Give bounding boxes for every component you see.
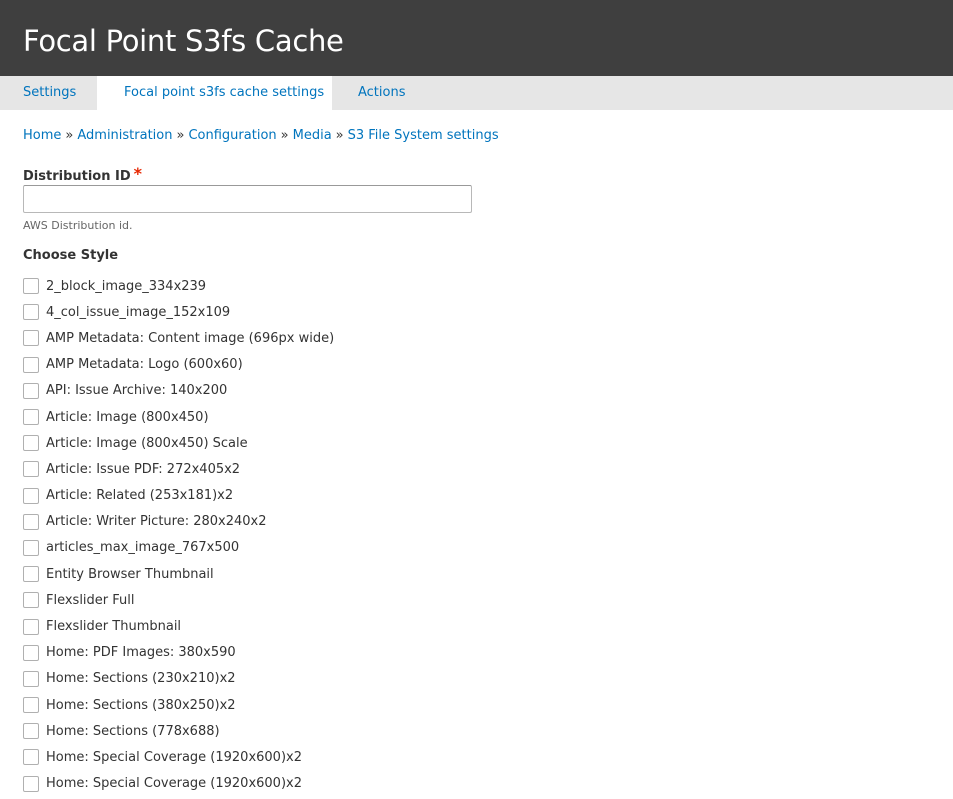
distribution-id-description: AWS Distribution id.: [23, 219, 133, 232]
style-option[interactable]: Article: Writer Picture: 280x240x2: [23, 509, 623, 535]
style-checkbox[interactable]: [23, 697, 39, 714]
style-option[interactable]: Home: Sections (778x688): [23, 718, 623, 744]
style-option[interactable]: Home: Sections (230x210)x2: [23, 666, 623, 692]
style-option-label[interactable]: 4_col_issue_image_152x109: [46, 305, 230, 320]
breadcrumb-separator: »: [335, 128, 344, 143]
style-checkbox[interactable]: [23, 539, 39, 556]
style-option[interactable]: API: Issue Archive: 140x200: [23, 378, 623, 404]
distribution-id-input[interactable]: [23, 185, 472, 213]
style-option[interactable]: 4_col_issue_image_152x109: [23, 299, 623, 325]
required-marker: *: [133, 164, 143, 183]
style-option-label[interactable]: Article: Image (800x450) Scale: [46, 436, 248, 451]
page-header: Focal Point S3fs Cache: [0, 0, 953, 76]
style-option-label[interactable]: Home: PDF Images: 380x590: [46, 645, 236, 660]
tabs-bar: Settings Focal point s3fs cache settings…: [0, 76, 953, 110]
style-checkbox[interactable]: [23, 723, 39, 740]
style-option-label[interactable]: Entity Browser Thumbnail: [46, 567, 214, 582]
style-option[interactable]: Home: PDF Images: 380x590: [23, 640, 623, 666]
breadcrumb-media[interactable]: Media: [293, 128, 332, 143]
breadcrumb-s3-file-system-settings[interactable]: S3 File System settings: [348, 128, 499, 143]
style-checkbox[interactable]: [23, 435, 39, 452]
style-option-label[interactable]: 2_block_image_334x239: [46, 279, 206, 294]
style-option-label[interactable]: Home: Sections (380x250)x2: [46, 698, 236, 713]
style-option-label[interactable]: Home: Sections (778x688): [46, 724, 220, 739]
tab-settings[interactable]: Settings: [0, 76, 97, 110]
style-option[interactable]: AMP Metadata: Content image (696px wide): [23, 325, 623, 351]
style-option[interactable]: Home: Special Coverage (1920x600)x2: [23, 771, 623, 797]
style-option-label[interactable]: API: Issue Archive: 140x200: [46, 383, 227, 398]
style-option-label[interactable]: Article: Issue PDF: 272x405x2: [46, 462, 240, 477]
style-checkbox[interactable]: [23, 618, 39, 635]
style-option-label[interactable]: Article: Image (800x450): [46, 410, 209, 425]
style-option[interactable]: AMP Metadata: Logo (600x60): [23, 352, 623, 378]
style-option-label[interactable]: articles_max_image_767x500: [46, 540, 239, 555]
style-checkbox[interactable]: [23, 330, 39, 347]
style-checkbox[interactable]: [23, 592, 39, 609]
tab-actions[interactable]: Actions: [332, 76, 452, 110]
style-checkbox-list: 2_block_image_334x239 4_col_issue_image_1…: [23, 273, 623, 799]
breadcrumb: Home» Administration» Configuration» Media»…: [23, 128, 499, 143]
style-checkbox[interactable]: [23, 749, 39, 766]
style-option-label[interactable]: Flexslider Thumbnail: [46, 619, 181, 634]
style-option-label[interactable]: Home: Sections (230x210)x2: [46, 671, 236, 686]
style-checkbox[interactable]: [23, 461, 39, 478]
style-checkbox[interactable]: [23, 278, 39, 295]
style-checkbox[interactable]: [23, 513, 39, 530]
style-option-label[interactable]: Article: Related (253x181)x2: [46, 488, 233, 503]
style-checkbox[interactable]: [23, 409, 39, 426]
style-checkbox[interactable]: [23, 487, 39, 504]
style-option[interactable]: Article: Related (253x181)x2: [23, 483, 623, 509]
style-checkbox[interactable]: [23, 304, 39, 321]
style-option[interactable]: Flexslider Full: [23, 587, 623, 613]
style-option-label[interactable]: AMP Metadata: Content image (696px wide): [46, 331, 334, 346]
style-option-label[interactable]: Home: Special Coverage (1920x600)x2: [46, 776, 302, 791]
style-checkbox[interactable]: [23, 382, 39, 399]
style-option-label[interactable]: Flexslider Full: [46, 593, 135, 608]
style-checkbox[interactable]: [23, 566, 39, 583]
style-checkbox[interactable]: [23, 775, 39, 792]
distribution-id-label-text: Distribution ID: [23, 169, 131, 184]
style-checkbox[interactable]: [23, 670, 39, 687]
page-title: Focal Point S3fs Cache: [23, 24, 344, 58]
style-option[interactable]: articles_max_image_767x500: [23, 535, 623, 561]
distribution-id-label: Distribution ID *: [23, 164, 143, 184]
style-option[interactable]: Article: Image (800x450) Scale: [23, 430, 623, 456]
breadcrumb-home[interactable]: Home: [23, 128, 61, 143]
breadcrumb-separator: »: [280, 128, 289, 143]
style-option[interactable]: Entity Browser Thumbnail: [23, 561, 623, 587]
style-option[interactable]: 2_block_image_334x239: [23, 273, 623, 299]
breadcrumb-separator: »: [176, 128, 185, 143]
style-option-label[interactable]: Article: Writer Picture: 280x240x2: [46, 514, 267, 529]
style-option[interactable]: Home: Sections (380x250)x2: [23, 692, 623, 718]
style-option[interactable]: Home: Special Coverage (1920x600)x2: [23, 744, 623, 770]
style-option[interactable]: Article: Issue PDF: 272x405x2: [23, 456, 623, 482]
style-option-label[interactable]: Home: Special Coverage (1920x600)x2: [46, 750, 302, 765]
breadcrumb-administration[interactable]: Administration: [77, 128, 172, 143]
style-checkbox[interactable]: [23, 644, 39, 661]
style-option-label[interactable]: AMP Metadata: Logo (600x60): [46, 357, 243, 372]
style-option[interactable]: Flexslider Thumbnail: [23, 613, 623, 639]
choose-style-label: Choose Style: [23, 248, 119, 263]
tab-focal-point-cache-settings[interactable]: Focal point s3fs cache settings: [97, 76, 332, 110]
breadcrumb-separator: »: [65, 128, 74, 143]
breadcrumb-configuration[interactable]: Configuration: [188, 128, 276, 143]
style-option[interactable]: Article: Image (800x450): [23, 404, 623, 430]
style-checkbox[interactable]: [23, 356, 39, 373]
